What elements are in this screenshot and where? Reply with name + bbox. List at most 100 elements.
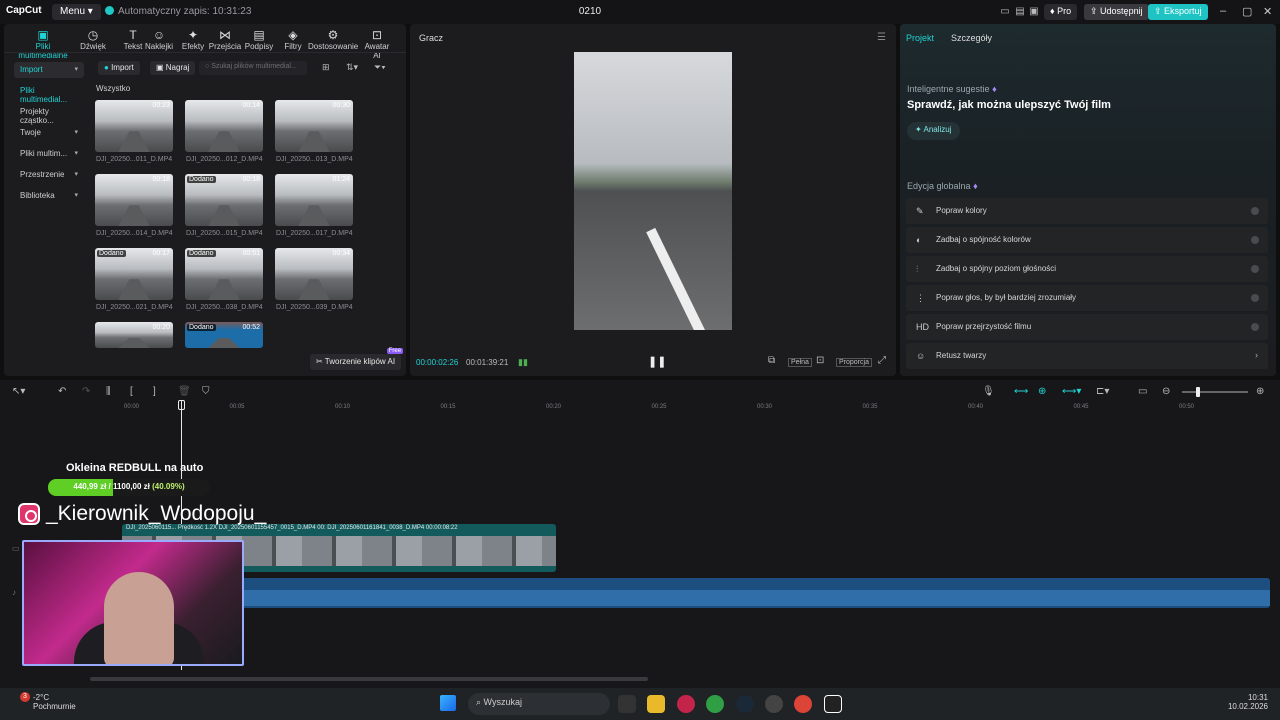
sidebar-item-1[interactable]: Pliki multimedial...: [14, 83, 84, 104]
tab-details[interactable]: Szczegóły: [951, 33, 992, 43]
toolbar-effects[interactable]: ✦ Efekty: [176, 28, 210, 51]
global-edit-item[interactable]: HD Popraw przejrzystość filmu: [906, 314, 1268, 340]
player-menu-icon[interactable]: ☰: [877, 32, 886, 43]
zoom-in-icon[interactable]: ⊕: [1256, 386, 1264, 397]
media-thumb[interactable]: Dodano 00:52: [185, 322, 263, 348]
sidebar-item-0[interactable]: Import ▾: [14, 62, 84, 78]
link-icon[interactable]: ⟷: [1014, 386, 1028, 397]
grid-view-icon[interactable]: ⊞: [322, 62, 330, 73]
crop-icon[interactable]: ⊡: [816, 355, 824, 366]
weather-widget[interactable]: -2°C Pochmurnie: [33, 693, 76, 711]
toolbar-sticker[interactable]: ☺ Naklejki: [142, 28, 176, 51]
snap-icon[interactable]: ⟷▾: [1062, 386, 1081, 397]
toolbar-adjust[interactable]: ⚙ Dostosowanie: [308, 28, 358, 51]
mic-icon[interactable]: 🎙: [982, 386, 995, 397]
obs-icon[interactable]: [765, 695, 783, 713]
analyze-button[interactable]: ✦ Analizuj: [907, 122, 960, 140]
split-right-icon[interactable]: ]: [153, 386, 156, 397]
global-edit-item[interactable]: ☺ Retusz twarzy ›: [906, 343, 1268, 369]
media-search-input[interactable]: ○ Szukaj plików multimedial...: [199, 61, 307, 75]
shield-icon[interactable]: ⛉: [202, 386, 210, 397]
sidebar-item-4[interactable]: Pliki multim... ▾: [14, 146, 84, 162]
redo-icon[interactable]: ↷: [82, 386, 90, 397]
pro-button[interactable]: ♦ Pro: [1044, 4, 1078, 20]
toolbar-captions[interactable]: ▤ Podpisy: [242, 28, 276, 51]
ai-clips-button[interactable]: ✂ Tworzenie klipów AI Free: [310, 348, 404, 370]
file-explorer-icon[interactable]: [647, 695, 665, 713]
full-quality-button[interactable]: Pełna: [788, 358, 812, 367]
track-video-icon[interactable]: ▭: [12, 544, 20, 553]
monitor-icon[interactable]: ▣: [1027, 6, 1041, 18]
ratio-button[interactable]: Proporcja: [836, 358, 872, 367]
media-thumb[interactable]: 00:34: [275, 248, 353, 300]
magnet-icon[interactable]: ⊕: [1038, 386, 1046, 397]
sidebar-item-2[interactable]: Projekty cząstko...: [14, 104, 84, 125]
preview-axis-icon[interactable]: ⊏▾: [1096, 386, 1109, 397]
zoom-out-icon[interactable]: ⊖: [1162, 386, 1170, 397]
filter-icon[interactable]: ⏷▾: [374, 62, 386, 73]
toggle[interactable]: [1251, 207, 1259, 215]
pause-icon[interactable]: ❚❚: [648, 355, 666, 368]
media-thumb[interactable]: Dodano 00:51: [185, 248, 263, 300]
media-thumb[interactable]: Dodano 00:18: [185, 174, 263, 226]
panels-icon[interactable]: ▤: [1013, 6, 1027, 18]
import-button[interactable]: ● Import: [98, 61, 140, 75]
media-thumb[interactable]: 00:30: [275, 100, 353, 152]
global-edit-item[interactable]: ⫶ Zadbaj o spójny poziom głośności: [906, 256, 1268, 282]
toolbar-audio[interactable]: ◷ Dźwięk: [76, 28, 110, 51]
toggle[interactable]: [1251, 236, 1259, 244]
sidebar-item-3[interactable]: Twoje ▾: [14, 125, 84, 141]
task-view-icon[interactable]: [618, 695, 636, 713]
delete-icon[interactable]: 🗑: [178, 386, 191, 397]
toolbar-media[interactable]: ▣ Pliki multimedialne: [12, 28, 74, 60]
snapshot-icon[interactable]: ⧉: [768, 355, 775, 366]
sort-icon[interactable]: ⇅▾: [346, 62, 358, 73]
layout-icon[interactable]: ▭: [998, 6, 1012, 18]
close-icon[interactable]: ✕: [1263, 5, 1272, 18]
waveform-icon[interactable]: ▮▮: [518, 357, 528, 368]
zoom-slider[interactable]: [1182, 387, 1248, 397]
global-edit-item[interactable]: ✎ Popraw kolory: [906, 198, 1268, 224]
global-edit-item[interactable]: ◐ Zadbaj o spójność kolorów: [906, 227, 1268, 253]
audio-clip-track[interactable]: [122, 578, 1270, 608]
chrome-icon[interactable]: [706, 695, 724, 713]
track-audio-icon[interactable]: ♪: [12, 588, 16, 597]
media-thumb[interactable]: 00:20: [95, 322, 173, 348]
share-button[interactable]: ⇪ Udostępnij: [1084, 4, 1149, 20]
video-preview[interactable]: [574, 52, 732, 330]
sidebar-item-6[interactable]: Biblioteka ▾: [14, 188, 84, 204]
media-thumb[interactable]: 01:24: [275, 174, 353, 226]
opera-icon[interactable]: [677, 695, 695, 713]
fullscreen-icon[interactable]: ⤢: [878, 355, 886, 366]
global-edit-item[interactable]: ⋮ Popraw głos, by był bardziej zrozumiały: [906, 285, 1268, 311]
audio-icon: ◷: [87, 28, 99, 42]
start-icon[interactable]: [440, 695, 456, 711]
sidebar-item-5[interactable]: Przestrzenie ▾: [14, 167, 84, 183]
split-icon[interactable]: ⫼: [106, 386, 111, 397]
taskbar-search[interactable]: ⌕ Wyszukaj: [468, 693, 610, 715]
caption-icon[interactable]: ▭: [1138, 386, 1147, 397]
tab-project[interactable]: Projekt: [906, 33, 934, 43]
capcut-taskbar-icon[interactable]: [824, 695, 842, 713]
maximize-icon[interactable]: ▢: [1242, 5, 1252, 18]
toolbar-avatar[interactable]: ⊡ Awatar AI: [360, 28, 394, 60]
media-thumb[interactable]: 00:14: [185, 100, 263, 152]
media-thumb[interactable]: 00:23: [95, 100, 173, 152]
chrome-2-icon[interactable]: [794, 695, 812, 713]
clock[interactable]: 10:31 10.02.2026: [1226, 693, 1268, 711]
media-thumb[interactable]: Dodano 00:17: [95, 248, 173, 300]
toolbar-transition[interactable]: ⋈ Przejścia: [208, 28, 242, 51]
toggle[interactable]: [1251, 265, 1259, 273]
export-button[interactable]: ⇪ Eksportuj: [1148, 4, 1208, 20]
steam-icon[interactable]: [736, 695, 754, 713]
toggle[interactable]: [1251, 323, 1259, 331]
record-button[interactable]: ▣ Nagraj: [150, 61, 196, 75]
toolbar-filters[interactable]: ◈ Filtry: [276, 28, 310, 51]
undo-icon[interactable]: ↶: [58, 386, 66, 397]
split-left-icon[interactable]: [: [130, 386, 133, 397]
toggle[interactable]: [1251, 294, 1259, 302]
timeline-scrollbar[interactable]: [90, 677, 648, 681]
select-tool-icon[interactable]: ↖▾: [12, 386, 25, 397]
media-thumb[interactable]: 00:18: [95, 174, 173, 226]
minimize-icon[interactable]: –: [1220, 5, 1226, 17]
